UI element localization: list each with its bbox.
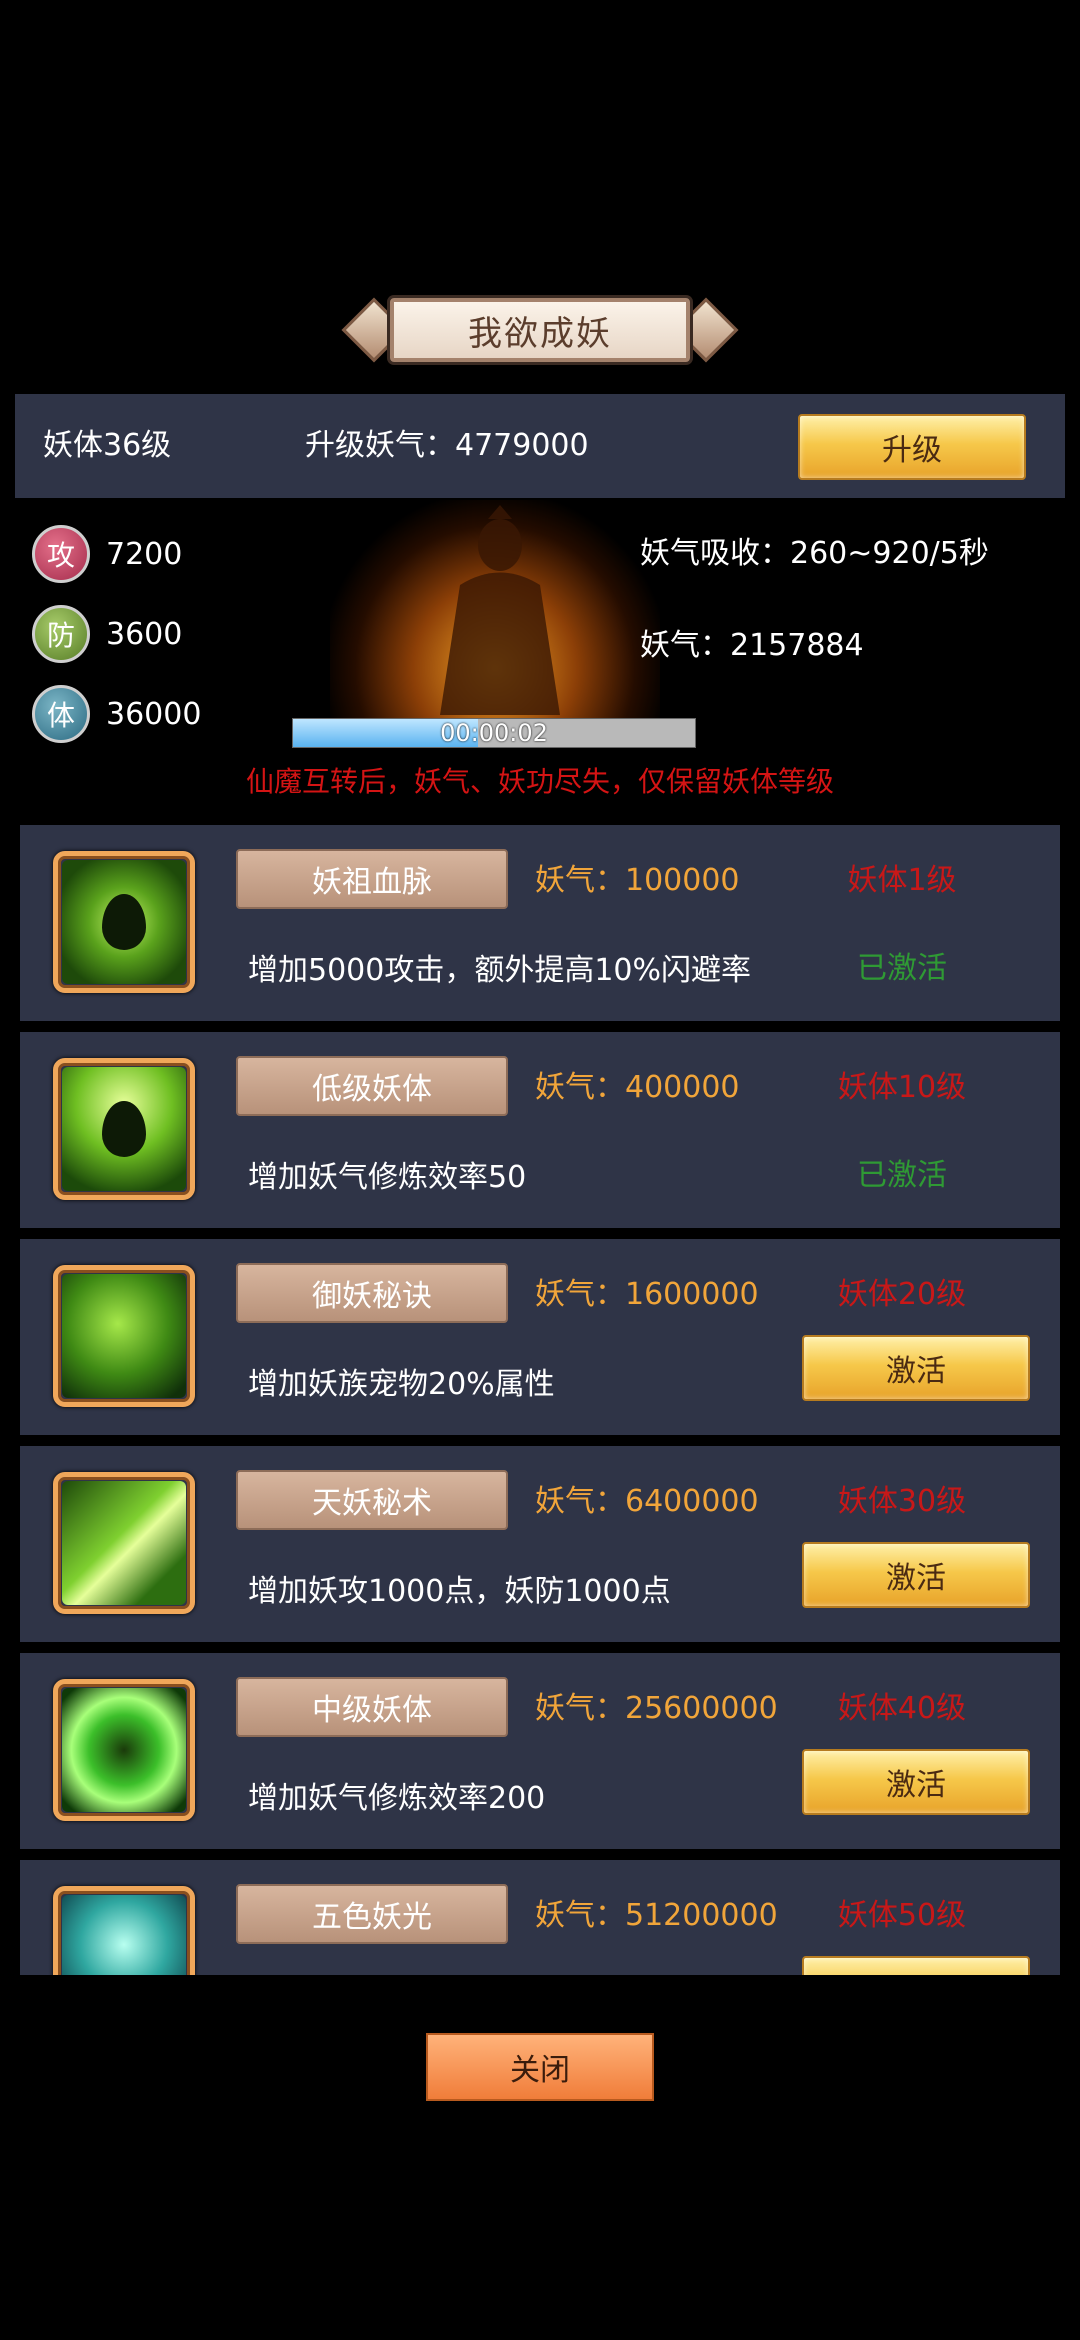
skill-card: 御妖秘诀 妖气：1600000 妖体20级 增加妖族宠物20%属性 激活 [20, 1239, 1060, 1435]
skill-cost: 妖气：6400000 [535, 1484, 759, 1519]
skill-requirement: 妖体40级 [837, 1691, 967, 1726]
demon-control-skill-icon [53, 1265, 195, 1407]
mid-body-skill-icon [53, 1679, 195, 1821]
skill-cost: 妖气：51200000 [535, 1898, 778, 1933]
activate-button[interactable] [802, 1956, 1030, 1975]
body-badge-icon: 体 [32, 685, 90, 743]
skill-card: 天妖秘术 妖气：6400000 妖体30级 增加妖攻1000点，妖防1000点 … [20, 1446, 1060, 1642]
skill-card: 中级妖体 妖气：25600000 妖体40级 增加妖气修炼效率200 激活 [20, 1653, 1060, 1849]
cultivation-timer-bar: 00:00:02 [292, 718, 696, 748]
upgrade-button[interactable]: 升级 [798, 414, 1026, 480]
skill-description: 增加5000攻击，额外提高10%闪避率 [248, 953, 752, 988]
close-button[interactable]: 关闭 [426, 2033, 654, 2101]
skill-card: 五色妖光 妖气：51200000 妖体50级 [20, 1860, 1060, 1975]
low-body-skill-icon [53, 1058, 195, 1200]
attack-badge-icon: 攻 [32, 525, 90, 583]
body-level: 妖体36级 [43, 428, 172, 463]
transfer-warning: 仙魔互转后，妖气、妖功尽失，仅保留妖体等级 [245, 765, 834, 798]
page: 我欲成妖 妖体36级 升级妖气：4779000 升级 攻 7200 防 3600… [0, 0, 1080, 2340]
skill-description: 增加妖族宠物20%属性 [248, 1367, 555, 1402]
activate-button[interactable]: 激活 [802, 1542, 1030, 1608]
skill-cost: 妖气：100000 [535, 863, 740, 898]
skill-requirement: 妖体50级 [837, 1898, 967, 1933]
skill-cost: 妖气：1600000 [535, 1277, 759, 1312]
skill-cost: 妖气：400000 [535, 1070, 740, 1105]
skill-activated-status: 已激活 [857, 951, 947, 986]
skill-name: 低级妖体 [236, 1056, 508, 1116]
skill-name: 中级妖体 [236, 1677, 508, 1737]
timer-text: 00:00:02 [440, 719, 548, 747]
current-qi: 妖气：2157884 [640, 628, 864, 663]
attack-value: 7200 [106, 536, 183, 572]
character-silhouette [440, 505, 560, 715]
skill-name: 御妖秘诀 [236, 1263, 508, 1323]
skill-description: 增加妖气修炼效率50 [248, 1160, 527, 1195]
skill-requirement: 妖体30级 [837, 1484, 967, 1519]
header-bar: 妖体36级 升级妖气：4779000 升级 [15, 394, 1065, 498]
skill-name: 妖祖血脉 [236, 849, 508, 909]
skill-name: 天妖秘术 [236, 1470, 508, 1530]
heavenly-demon-skill-icon [53, 1472, 195, 1614]
activate-button[interactable]: 激活 [802, 1335, 1030, 1401]
bloodline-skill-icon [53, 851, 195, 993]
skill-requirement: 妖体1级 [847, 863, 957, 898]
title-plate: 我欲成妖 [390, 298, 690, 362]
skill-name: 五色妖光 [236, 1884, 508, 1944]
skill-description: 增加妖攻1000点，妖防1000点 [248, 1574, 671, 1609]
stat-attack: 攻 7200 [32, 524, 182, 584]
skill-card: 低级妖体 妖气：400000 妖体10级 增加妖气修炼效率50 已激活 [20, 1032, 1060, 1228]
title-banner: 我欲成妖 [341, 295, 739, 365]
stat-defense: 防 3600 [32, 604, 182, 664]
defense-value: 3600 [106, 616, 183, 652]
skill-requirement: 妖体20级 [837, 1277, 967, 1312]
stat-body: 体 36000 [32, 684, 201, 744]
skill-requirement: 妖体10级 [837, 1070, 967, 1105]
skill-card: 妖祖血脉 妖气：100000 妖体1级 增加5000攻击，额外提高10%闪避率 … [20, 825, 1060, 1021]
qi-absorb-rate: 妖气吸收：260~920/5秒 [640, 536, 989, 571]
skill-description: 增加妖气修炼效率200 [248, 1781, 546, 1816]
skill-activated-status: 已激活 [857, 1158, 947, 1193]
activate-button[interactable]: 激活 [802, 1749, 1030, 1815]
upgrade-cost: 升级妖气：4779000 [305, 428, 589, 463]
skill-list[interactable]: 妖祖血脉 妖气：100000 妖体1级 增加5000攻击，额外提高10%闪避率 … [0, 822, 1080, 1975]
body-value: 36000 [106, 696, 202, 732]
page-title: 我欲成妖 [468, 313, 612, 354]
skill-cost: 妖气：25600000 [535, 1691, 778, 1726]
defense-badge-icon: 防 [32, 605, 90, 663]
five-color-skill-icon [53, 1886, 195, 1975]
